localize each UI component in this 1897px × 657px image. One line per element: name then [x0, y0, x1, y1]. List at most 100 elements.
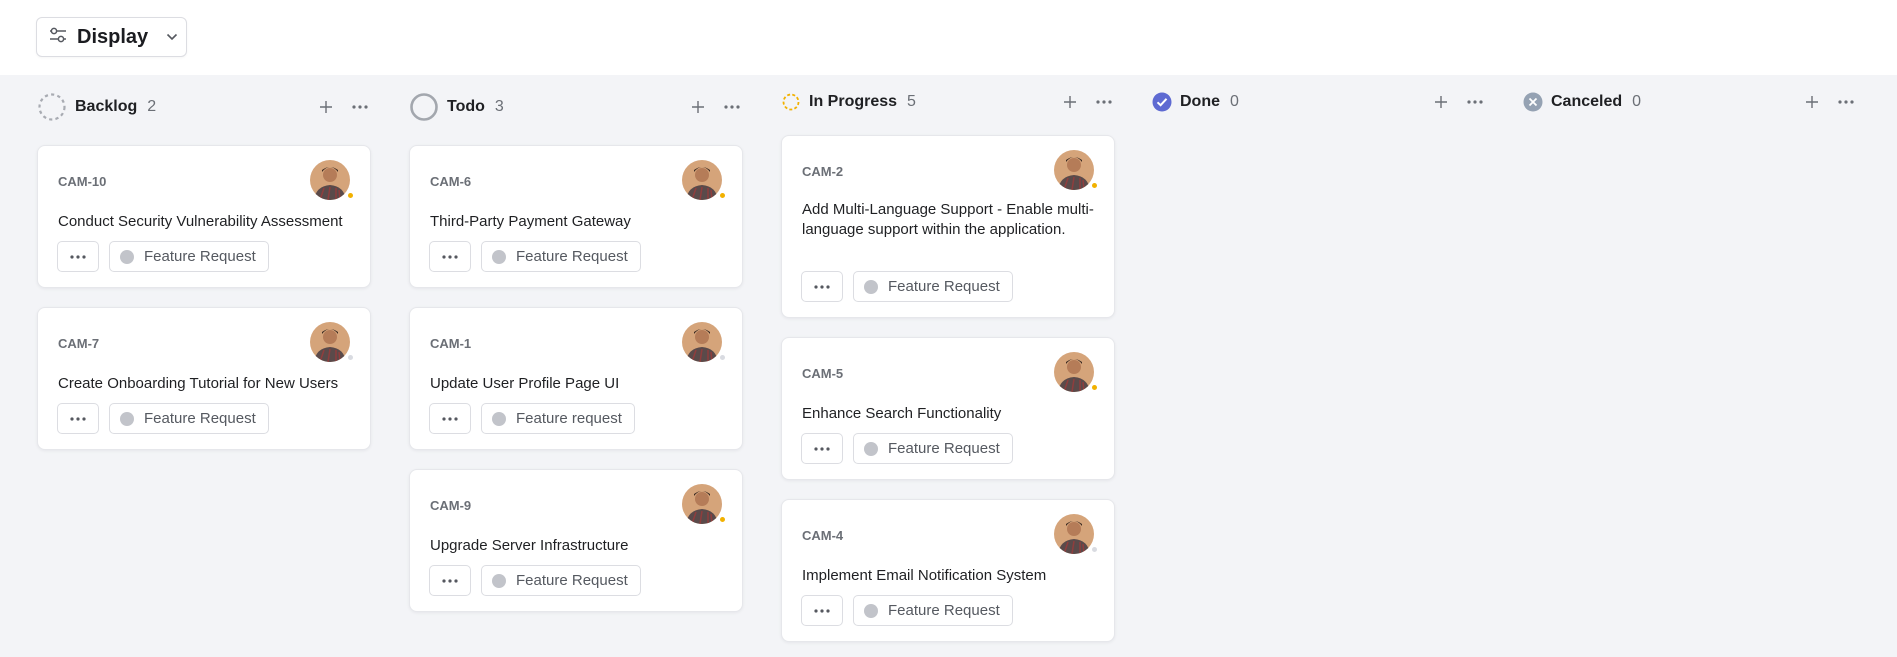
label-chip[interactable]: Feature Request — [109, 403, 269, 434]
column-actions — [1430, 91, 1486, 113]
label-chip[interactable]: Feature Request — [853, 595, 1013, 626]
canceled-x-circle-icon — [1523, 87, 1543, 117]
issue-card[interactable]: CAM-4 Implement Email Notification Syste… — [781, 499, 1115, 642]
plus-icon[interactable] — [1801, 91, 1823, 113]
more-horizontal-icon[interactable] — [429, 241, 471, 272]
issue-id: CAM-5 — [802, 366, 844, 381]
column-canceled: Canceled 0 — [1523, 75, 1857, 657]
issue-id: CAM-4 — [802, 528, 844, 543]
label-chip[interactable]: Feature request — [481, 403, 635, 434]
sliders-icon — [49, 27, 67, 48]
column-title: Backlog — [75, 98, 138, 115]
label-chip[interactable]: Feature Request — [109, 241, 269, 272]
card-footer: Feature Request — [801, 271, 1013, 302]
column-count: 0 — [1230, 93, 1239, 110]
avatar[interactable] — [1054, 514, 1097, 554]
in-progress-circle-icon — [781, 87, 801, 117]
more-horizontal-icon[interactable] — [721, 96, 743, 118]
status-dot — [348, 355, 353, 360]
done-check-circle-icon — [1152, 87, 1172, 117]
status-dot — [1092, 385, 1097, 390]
display-options-button[interactable]: Display — [36, 17, 187, 57]
status-dot — [720, 193, 725, 198]
more-horizontal-icon[interactable] — [1464, 91, 1486, 113]
kanban-board: Backlog 2 CAM-10 Conduct Security Vulner… — [0, 75, 1897, 657]
top-toolbar: Display — [0, 0, 1897, 75]
more-horizontal-icon[interactable] — [429, 403, 471, 434]
avatar[interactable] — [682, 484, 725, 524]
issue-title: Create Onboarding Tutorial for New Users — [58, 375, 339, 392]
issue-card[interactable]: CAM-5 Enhance Search Functionality Featu… — [781, 337, 1115, 480]
avatar[interactable] — [682, 322, 725, 362]
status-dot — [720, 355, 725, 360]
plus-icon[interactable] — [687, 96, 709, 118]
backlog-dashed-circle-icon — [37, 92, 67, 122]
issue-id: CAM-2 — [802, 164, 844, 179]
label-text: Feature Request — [516, 248, 628, 265]
issue-card[interactable]: CAM-6 Third-Party Payment Gateway Featur… — [409, 145, 743, 288]
column-count: 5 — [907, 93, 916, 110]
plus-icon[interactable] — [1430, 91, 1452, 113]
more-horizontal-icon[interactable] — [429, 565, 471, 596]
avatar[interactable] — [310, 160, 353, 200]
column-count: 0 — [1632, 93, 1642, 110]
column-in-progress: In Progress 5 CAM-2 Add Multi-Language S… — [781, 75, 1115, 657]
issue-card[interactable]: CAM-9 Upgrade Server Infrastructure Feat… — [409, 469, 743, 612]
issue-id: CAM-9 — [430, 498, 472, 513]
more-horizontal-icon[interactable] — [57, 403, 99, 434]
status-dot — [1092, 547, 1097, 552]
column-todo: Todo 3 CAM-6 Third-Party Payment Gateway — [409, 75, 743, 657]
column-title: Canceled — [1551, 93, 1623, 110]
label-chip[interactable]: Feature Request — [481, 565, 641, 596]
column-header: In Progress 5 — [781, 87, 1115, 117]
avatar[interactable] — [1054, 352, 1097, 392]
more-horizontal-icon[interactable] — [349, 96, 371, 118]
more-horizontal-icon[interactable] — [801, 271, 843, 302]
card-footer: Feature request — [429, 403, 635, 434]
card-footer: Feature Request — [57, 241, 269, 272]
issue-title: Enhance Search Functionality — [802, 405, 1002, 422]
column-count: 2 — [147, 98, 157, 115]
display-label: Display — [77, 25, 149, 48]
label-dot-icon — [864, 603, 878, 618]
plus-icon[interactable] — [315, 96, 337, 118]
label-text: Feature Request — [144, 410, 256, 427]
label-text: Feature request — [516, 410, 622, 427]
issue-card[interactable]: CAM-1 Update User Profile Page UI Featur… — [409, 307, 743, 450]
issue-title: Add Multi-Language Support - Enable mult… — [802, 201, 1094, 238]
status-dot — [720, 517, 725, 522]
avatar[interactable] — [1054, 150, 1097, 190]
label-chip[interactable]: Feature Request — [481, 241, 641, 272]
avatar[interactable] — [682, 160, 725, 200]
column-done: Done 0 — [1152, 75, 1486, 657]
label-dot-icon — [492, 573, 506, 588]
issue-id: CAM-7 — [58, 336, 100, 351]
more-horizontal-icon[interactable] — [801, 595, 843, 626]
label-chip[interactable]: Feature Request — [853, 271, 1013, 302]
column-title: In Progress — [809, 93, 898, 110]
card-footer: Feature Request — [429, 565, 641, 596]
more-horizontal-icon[interactable] — [1093, 91, 1115, 113]
issue-card[interactable]: CAM-10 Conduct Security Vulnerability As… — [37, 145, 371, 288]
more-horizontal-icon[interactable] — [1835, 91, 1857, 113]
issue-id: CAM-1 — [430, 336, 472, 351]
label-dot-icon — [492, 249, 506, 264]
status-dot — [348, 193, 353, 198]
issue-card[interactable]: CAM-2 Add Multi-Language Support - Enabl… — [781, 135, 1115, 318]
more-horizontal-icon[interactable] — [57, 241, 99, 272]
issue-card[interactable]: CAM-7 Create Onboarding Tutorial for New… — [37, 307, 371, 450]
plus-icon[interactable] — [1059, 91, 1081, 113]
label-chip[interactable]: Feature Request — [853, 433, 1013, 464]
label-text: Feature Request — [144, 248, 256, 265]
card-footer: Feature Request — [801, 595, 1013, 626]
label-text: Feature Request — [888, 440, 1000, 457]
label-dot-icon — [120, 249, 134, 264]
card-footer: Feature Request — [57, 403, 269, 434]
column-header: Done 0 — [1152, 87, 1486, 117]
avatar[interactable] — [310, 322, 353, 362]
issue-title: Upgrade Server Infrastructure — [430, 537, 629, 554]
column-actions — [1801, 91, 1857, 113]
status-dot — [1092, 183, 1097, 188]
issue-title: Update User Profile Page UI — [430, 375, 620, 392]
more-horizontal-icon[interactable] — [801, 433, 843, 464]
